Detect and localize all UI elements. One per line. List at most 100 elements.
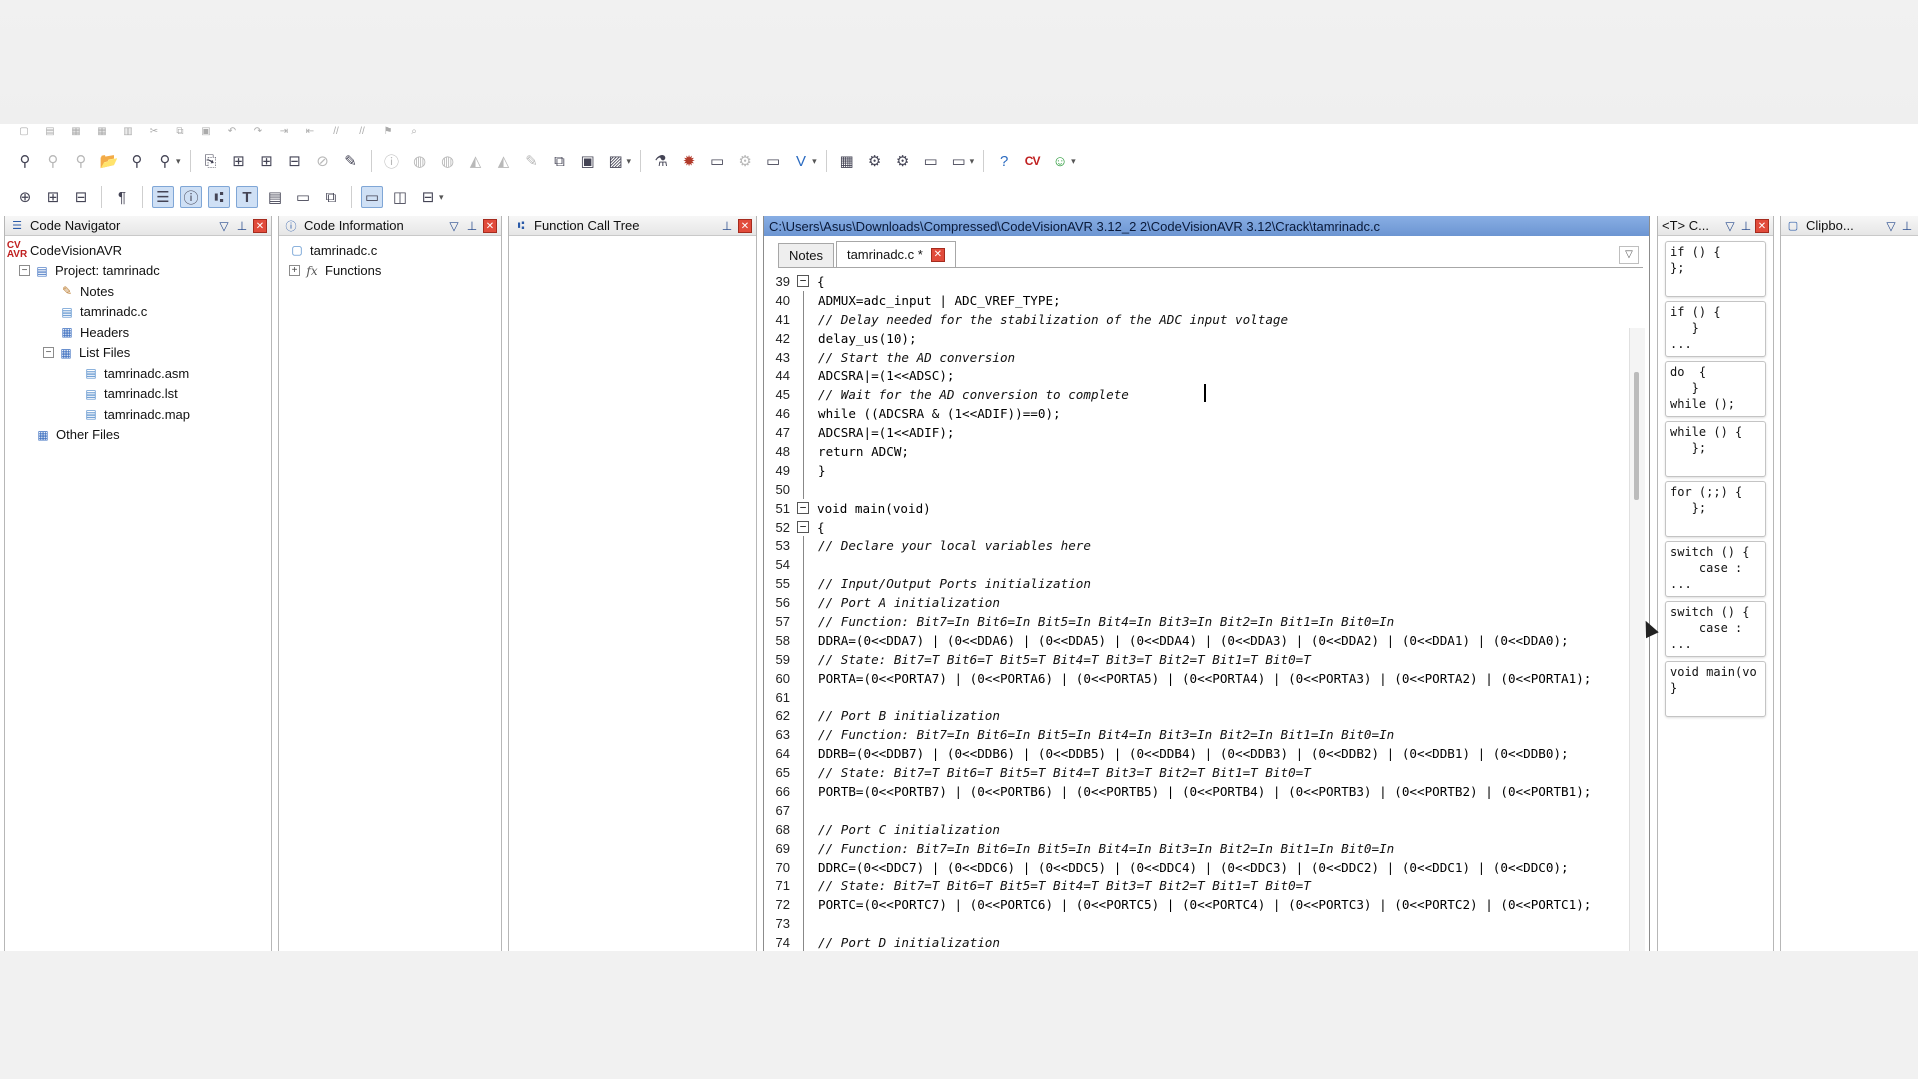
code-line[interactable]: 42 delay_us(10); <box>764 328 1649 348</box>
help-icon[interactable]: ? <box>993 150 1015 172</box>
vertical-scrollbar-thumb[interactable] <box>1634 372 1639 500</box>
find-prev-icon[interactable]: ⚲ <box>70 150 92 172</box>
project-tree-icon[interactable]: ⊟ <box>284 150 306 172</box>
monitor-icon[interactable]: ▭ <box>762 150 784 172</box>
check-icon[interactable]: V <box>790 150 812 172</box>
close-icon[interactable]: ✕ <box>253 218 267 233</box>
programmer-icon[interactable]: ▨ <box>605 150 627 172</box>
fold-collapse-icon[interactable]: − <box>797 502 809 515</box>
pin-icon[interactable]: ⊥ <box>720 219 734 233</box>
tree-item-source[interactable]: ▤ tamrinadc.c <box>9 302 267 323</box>
undo-icon[interactable]: ↶ <box>222 125 242 137</box>
bookmark-icon[interactable]: ⚑ <box>378 125 398 137</box>
tree-item-list-file[interactable]: ▤ tamrinadc.map <box>9 404 267 425</box>
chevron-down-icon[interactable]: ▽ <box>447 219 461 233</box>
code-line[interactable]: 46 while ((ADCSRA & (1<<ADIF))==0); <box>764 404 1649 424</box>
fold-collapse-icon[interactable]: − <box>797 275 809 288</box>
code-line[interactable]: 48 return ADCW; <box>764 442 1649 461</box>
code-line[interactable]: 43 // Start the AD conversion <box>764 347 1649 367</box>
template-snippet[interactable]: if () { }; <box>1665 241 1766 297</box>
templates-toggle-icon[interactable]: T <box>236 186 258 208</box>
copy-icon[interactable]: ⧉ <box>170 125 190 137</box>
code-line[interactable]: 70 DDRC=(0<<DDC7) | (0<<DDC6) | (0<<DDC5)… <box>764 857 1649 877</box>
chevron-down-icon[interactable]: ▾ <box>812 156 817 167</box>
tree-icon[interactable]: ⊞ <box>228 150 250 172</box>
code-line[interactable]: 59 // State: Bit7=T Bit6=T Bit5=T Bit4=T … <box>764 649 1649 669</box>
paste-icon[interactable]: ▣ <box>577 150 599 172</box>
goto-icon[interactable]: ⎘ <box>200 150 222 172</box>
code-navigator-toggle-icon[interactable]: ☰ <box>152 186 174 208</box>
find-in-files-icon[interactable]: ⚲ <box>126 150 148 172</box>
tree-item-notes[interactable]: ✎ Notes <box>9 281 267 302</box>
terminal-toggle-icon[interactable]: ⧉ <box>320 186 342 208</box>
function-tree-toggle-icon[interactable]: ⑆ <box>208 186 230 208</box>
code-line[interactable]: 45 // Wait for the AD conversion to compl… <box>764 385 1649 405</box>
code-line[interactable]: 62 // Port B initialization <box>764 706 1649 726</box>
search-icon[interactable]: ⌕ <box>404 125 424 137</box>
tree-item-list-files[interactable]: − ▦ List Files <box>9 343 267 364</box>
redo-icon[interactable]: ↷ <box>248 125 268 137</box>
tree-item-project[interactable]: − ▤ Project: tamrinadc <box>9 261 267 282</box>
code-line[interactable]: 41 // Delay needed for the stabilization … <box>764 309 1649 329</box>
code-line[interactable]: 44 ADCSRA|=(1<<ADSC); <box>764 366 1649 386</box>
device-icon[interactable]: ▭ <box>706 150 728 172</box>
chip3-icon[interactable]: ◭ <box>465 150 487 172</box>
edit-icon[interactable]: ✎ <box>521 150 543 172</box>
chevron-down-icon[interactable]: ▾ <box>1071 156 1076 167</box>
uncomment-icon[interactable]: // <box>352 125 372 137</box>
monitor2-icon[interactable]: ▭ <box>948 150 970 172</box>
bug-icon[interactable]: ✹ <box>678 150 700 172</box>
close-icon[interactable]: ✕ <box>1755 218 1769 233</box>
find-next-icon[interactable]: ⚲ <box>42 150 64 172</box>
tree-item-file[interactable]: ▢ tamrinadc.c <box>283 240 497 261</box>
code-line[interactable]: 49} <box>764 460 1649 480</box>
code-line[interactable]: 54 <box>764 555 1649 575</box>
collapse-icon[interactable]: − <box>43 347 54 359</box>
code-line[interactable]: 60 PORTA=(0<<PORTA7) | (0<<PORTA6) | (0<<… <box>764 668 1649 688</box>
stop-icon[interactable]: ⊘ <box>312 150 334 172</box>
code-information-toggle-icon[interactable]: ⓘ <box>180 186 202 208</box>
chip4-icon[interactable]: ◭ <box>493 150 515 172</box>
about-icon[interactable]: ☺ <box>1049 150 1071 172</box>
chevron-down-icon[interactable]: ▾ <box>176 156 181 167</box>
cut-icon[interactable]: ✂ <box>144 125 164 137</box>
open-folder-icon[interactable]: 📂 <box>98 150 120 172</box>
copy-icon[interactable]: ⧉ <box>549 150 571 172</box>
binoculars-icon[interactable]: ⚲ <box>14 150 36 172</box>
code-line[interactable]: 63 // Function: Bit7=In Bit6=In Bit5=In B… <box>764 725 1649 745</box>
tree-collapse-icon[interactable]: ⊟ <box>70 186 92 208</box>
code-line[interactable]: 57 // Function: Bit7=In Bit6=In Bit5=In B… <box>764 612 1649 631</box>
chevron-down-icon[interactable]: ▽ <box>217 219 231 233</box>
tab-list-dropdown[interactable]: ▽ <box>1619 246 1639 264</box>
chevron-down-icon[interactable]: ▽ <box>1723 219 1737 233</box>
chevron-down-icon[interactable]: ▽ <box>1884 219 1898 233</box>
info-icon[interactable]: ⓘ <box>381 150 403 172</box>
code-text-area[interactable]: 39−{40 ADMUX=adc_input | ADC_VREF_TYPE; 41… <box>764 272 1649 951</box>
replace-icon[interactable]: ⚲ <box>154 150 176 172</box>
code-line[interactable]: 39−{ <box>764 272 1649 291</box>
pin-icon[interactable]: ⊥ <box>465 219 479 233</box>
code-line[interactable]: 66 PORTB=(0<<PORTB7) | (0<<PORTB6) | (0<<… <box>764 782 1649 801</box>
template-snippet[interactable]: if () { } ... <box>1665 301 1766 357</box>
layout-split-vertical-icon[interactable]: ◫ <box>389 186 411 208</box>
template-snippet[interactable]: switch () { case : ... <box>1665 601 1766 657</box>
new-file-icon[interactable]: ▢ <box>14 125 34 137</box>
code-line[interactable]: 73 <box>764 914 1649 934</box>
expand-icon[interactable]: + <box>289 265 300 277</box>
tree-item-other-files[interactable]: ▦ Other Files <box>9 425 267 446</box>
chip-icon[interactable]: ◍ <box>409 150 431 172</box>
fold-collapse-icon[interactable]: − <box>797 521 809 534</box>
code-line[interactable]: 50 <box>764 479 1649 499</box>
code-line[interactable]: 52−{ <box>764 518 1649 537</box>
code-line[interactable]: 64 DDRB=(0<<DDB7) | (0<<DDB6) | (0<<DDB5)… <box>764 744 1649 764</box>
code-line[interactable]: 72 PORTC=(0<<PORTC7) | (0<<PORTC6) | (0<<… <box>764 895 1649 915</box>
chevron-down-icon[interactable]: ▾ <box>970 156 975 167</box>
template-snippet[interactable]: do { } while (); <box>1665 361 1766 417</box>
collapse-icon[interactable]: − <box>19 265 30 277</box>
tree-item-headers[interactable]: ▦ Headers <box>9 322 267 343</box>
indent-icon[interactable]: ⇥ <box>274 125 294 137</box>
comment-icon[interactable]: // <box>326 125 346 137</box>
code-line[interactable]: 69 // Function: Bit7=In Bit6=In Bit5=In B… <box>764 838 1649 858</box>
outdent-icon[interactable]: ⇤ <box>300 125 320 137</box>
tools-icon[interactable]: ⚙ <box>892 150 914 172</box>
